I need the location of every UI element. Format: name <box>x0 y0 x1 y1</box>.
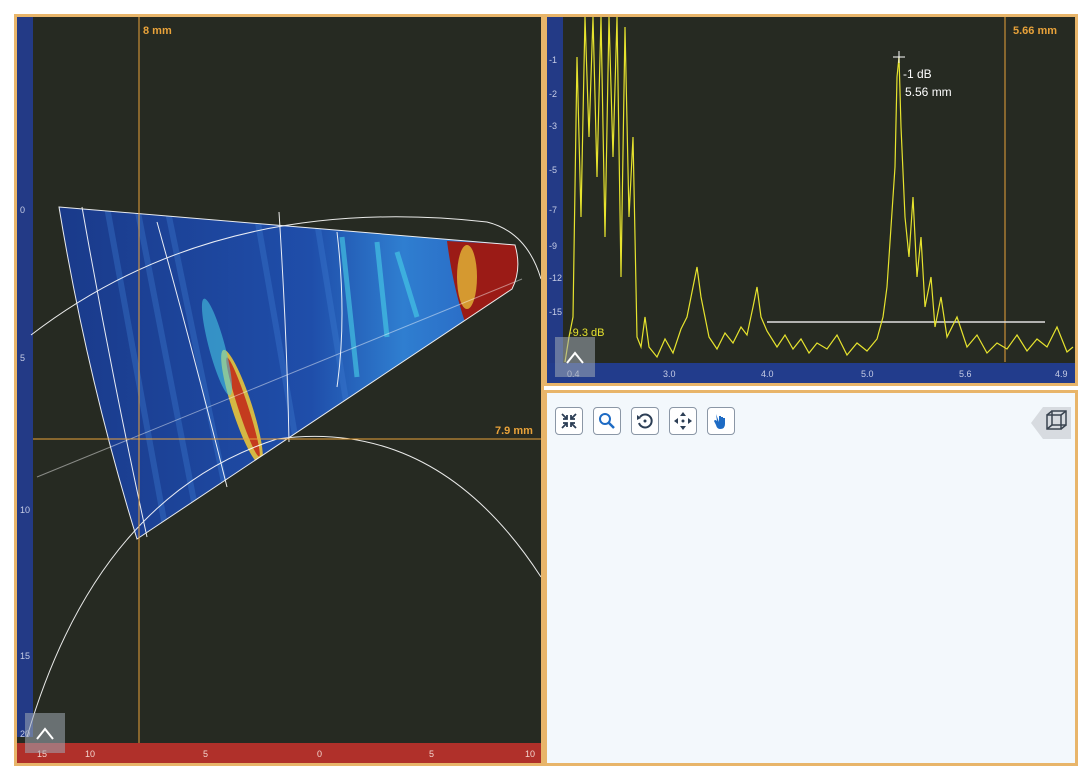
magnifier-icon <box>599 413 615 429</box>
ascan-plot[interactable] <box>547 17 1075 383</box>
ascan-home-tab[interactable] <box>555 337 595 377</box>
cube-view-tab[interactable] <box>1027 401 1071 445</box>
sscan-vtick: 15 <box>20 651 31 661</box>
pan-button[interactable] <box>669 407 697 435</box>
peak-db-label: -1 dB <box>903 67 932 81</box>
rotate-icon <box>637 413 653 429</box>
ascan-vtick: -15 <box>549 307 563 317</box>
sscan-htick: 5 <box>203 749 209 759</box>
ascan-signal <box>564 17 1074 363</box>
ascan-gate-label: 5.66 mm <box>1013 25 1058 37</box>
sscan-htick: 10 <box>525 749 536 759</box>
ascan-vtick: -1 <box>549 55 558 65</box>
ascan-htick: 5.6 <box>959 369 972 379</box>
sscan-image[interactable] <box>17 17 541 763</box>
select-button[interactable] <box>707 407 735 435</box>
cube-icon <box>1031 407 1071 439</box>
sscan-htick: 10 <box>85 749 96 759</box>
ascan-htick: 4.9 <box>1055 369 1068 379</box>
move-arrows-icon <box>674 412 692 430</box>
ascan-vtick: -2 <box>549 89 558 99</box>
sscan-vtick: 0 <box>20 205 26 215</box>
sscan-home-tab[interactable] <box>25 713 65 753</box>
ascan-vtick: -7 <box>549 205 558 215</box>
rotate-button[interactable] <box>631 407 659 435</box>
view3d-panel[interactable] <box>544 390 1078 766</box>
ascan-vtick: -12 <box>549 273 563 283</box>
sector-fan <box>59 207 518 539</box>
chevron-up-icon <box>36 727 54 740</box>
sscan-width-ruler <box>17 743 541 763</box>
sscan-cursor-x-label: 8 mm <box>143 25 172 37</box>
ascan-vtick: -9 <box>549 241 558 251</box>
collapse-arrows-icon <box>561 413 577 429</box>
zoom-button[interactable] <box>593 407 621 435</box>
ascan-htick: 4.0 <box>761 369 774 379</box>
ascan-time-ruler <box>547 363 1075 383</box>
ascan-htick: 3.0 <box>663 369 676 379</box>
chevron-up-icon <box>566 351 584 364</box>
ascan-vtick: -5 <box>549 165 558 175</box>
ascan-vtick: -3 <box>549 121 558 131</box>
sscan-cursor-y-label: 7.9 mm <box>495 425 533 437</box>
sscan-vtick: 10 <box>20 505 31 515</box>
sscan-htick: 0 <box>317 749 323 759</box>
sscan-panel[interactable]: 8 mm 7.9 mm 0 5 10 15 20 15 10 5 0 5 10 <box>14 14 544 766</box>
sscan-htick: 5 <box>429 749 435 759</box>
peak-marker <box>893 51 905 63</box>
hand-pointer-icon <box>714 414 725 429</box>
peak-depth-label: 5.56 mm <box>905 85 952 99</box>
ascan-panel[interactable]: 5.66 mm -1 dB 5.56 mm -9.3 dB -1 -2 -3 -… <box>544 14 1078 386</box>
sscan-vtick: 5 <box>20 353 26 363</box>
ascan-htick: 5.0 <box>861 369 874 379</box>
fit-view-button[interactable] <box>555 407 583 435</box>
